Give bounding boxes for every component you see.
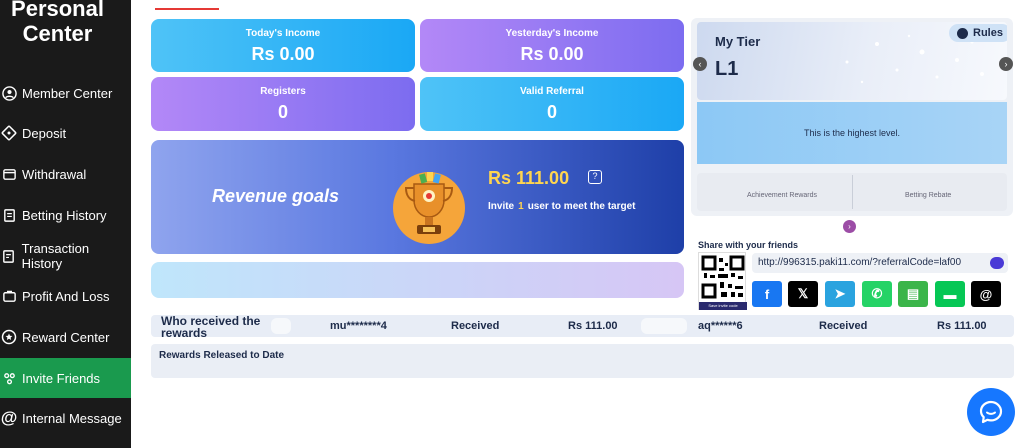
registers-card: Registers 0	[151, 77, 415, 131]
invite-prefix: Invite	[488, 201, 515, 212]
today-income-label: Today's Income	[245, 28, 321, 39]
qr-code-icon[interactable]: Save invite code	[698, 252, 747, 310]
sidebar-item-invite-friends[interactable]: Invite Friends	[0, 358, 131, 398]
rules-icon	[957, 27, 969, 39]
tab-divider	[852, 175, 853, 209]
threads-share-button[interactable]: @	[971, 281, 1001, 307]
tier-tabs: Achievement Rewards Betting Rebate	[697, 173, 1007, 211]
revenue-goals-title: Revenue goals	[212, 186, 340, 206]
transaction-icon	[0, 247, 18, 265]
sidebar-item-label: Transaction History	[21, 241, 90, 271]
sidebar-item-internal-message[interactable]: @ Internal Message	[0, 398, 131, 438]
qr-caption[interactable]: Save invite code	[699, 302, 747, 310]
row-pill	[641, 318, 687, 334]
yesterday-income-label: Yesterday's Income	[505, 28, 599, 39]
sidebar-item-label: Invite Friends	[22, 370, 101, 386]
yesterday-income-value: Rs 0.00	[520, 44, 584, 64]
registers-value: 0	[277, 102, 288, 122]
sidebar-item-label: Betting History	[22, 207, 107, 223]
copy-icon[interactable]	[990, 257, 1004, 269]
profit-icon	[0, 287, 18, 305]
sidebar-item-betting-history[interactable]: Betting History	[0, 195, 131, 235]
reward-amount: Rs 111.00	[568, 320, 618, 332]
tab-betting-rebate[interactable]: Betting Rebate	[905, 192, 951, 199]
rules-button[interactable]: Rules	[949, 24, 1007, 42]
chat-support-button[interactable]	[967, 388, 1015, 436]
person-icon	[0, 84, 18, 102]
rewards-released-panel: Rewards Released to Date	[151, 344, 1014, 378]
at-icon: @	[0, 408, 18, 427]
telegram-share-button[interactable]: ➤	[825, 281, 855, 307]
sidebar-item-label: Deposit	[22, 125, 67, 141]
rewards-received-bar: Who received the rewards mu********4 Rec…	[151, 314, 1014, 340]
invite-count: 1	[518, 201, 524, 212]
trophy-icon	[387, 160, 471, 244]
yesterday-income-card: Yesterday's Income Rs 0.00	[420, 19, 684, 72]
referral-link-field[interactable]: http://996315.paki11.com/?referralCode=l…	[752, 253, 1008, 273]
sidebar-item-label: Withdrawal	[22, 166, 87, 182]
sidebar-item-label: Reward Center	[22, 329, 110, 345]
whatsapp-share-button[interactable]: ✆	[862, 281, 892, 307]
goal-description: Invite 1 user to meet the target	[488, 201, 636, 212]
rewards-received-title: Who received the rewards	[161, 314, 261, 340]
chat-icon	[979, 400, 1003, 424]
facebook-share-button[interactable]: f	[752, 281, 782, 307]
sidebar-item-withdrawal[interactable]: Withdrawal	[0, 154, 131, 194]
revenue-goals-card: Revenue goals Rs 111.00 ? Invite 1 user to…	[151, 140, 684, 254]
row-pill	[271, 318, 291, 334]
my-tier-panel: My Tier L1 Rules ‹ › This is the highest…	[691, 18, 1013, 216]
goal-amount: Rs 111.00	[488, 168, 570, 188]
sidebar-item-label: Member Center	[22, 85, 113, 101]
help-icon[interactable]: ?	[588, 170, 602, 184]
history-icon	[0, 206, 18, 224]
reward-user: mu********4	[330, 320, 387, 332]
x-share-button[interactable]: 𝕏	[788, 281, 818, 307]
sidebar-item-profit-and-loss[interactable]: Profit And Loss	[0, 276, 131, 316]
tier-level: L1	[715, 58, 739, 80]
chevron-left-icon[interactable]: ‹	[693, 57, 707, 71]
today-income-value: Rs 0.00	[251, 44, 315, 64]
chevron-right-icon[interactable]: ›	[999, 57, 1013, 71]
share-panel: Share with your friends Save invite code…	[694, 236, 1012, 312]
tier-label: My Tier	[715, 34, 761, 49]
sidebar: Personal Center Member Center Deposit Wi…	[0, 0, 131, 448]
deposit-icon	[0, 124, 18, 142]
chevron-right-icon[interactable]: ›	[843, 220, 856, 233]
sidebar-item-label: Internal Message	[22, 410, 122, 426]
registers-label: Registers	[260, 86, 306, 97]
invite-suffix: user to meet the target	[527, 201, 636, 212]
sidebar-item-reward-center[interactable]: Reward Center	[0, 317, 131, 357]
valid-referral-value: 0	[546, 102, 557, 122]
reward-status: Received	[451, 320, 500, 332]
sms-share-button[interactable]: ▤	[898, 281, 928, 307]
tab-indicator	[155, 8, 219, 10]
progress-banner	[151, 262, 684, 298]
today-income-card: Today's Income Rs 0.00	[151, 19, 415, 72]
rules-label: Rules	[973, 27, 1003, 39]
reward-user: aq******6	[698, 320, 743, 332]
rewards-released-title: Rewards Released to Date	[159, 350, 285, 361]
valid-referral-label: Valid Referral	[520, 86, 584, 97]
tier-banner: My Tier L1 Rules	[697, 22, 1007, 100]
tab-achievement-rewards[interactable]: Achievement Rewards	[747, 192, 817, 199]
sidebar-item-transaction-history[interactable]: Transaction History	[0, 236, 131, 276]
sidebar-item-deposit[interactable]: Deposit	[0, 113, 131, 153]
main-content: Today's Income Rs 0.00 Yesterday's Incom…	[131, 0, 1024, 448]
sidebar-item-member-center[interactable]: Member Center	[0, 73, 131, 113]
reward-status: Received	[819, 320, 868, 332]
reward-icon	[0, 328, 18, 346]
reward-amount: Rs 111.00	[937, 320, 987, 332]
valid-referral-card: Valid Referral 0	[420, 77, 684, 131]
tier-message: This is the highest level.	[697, 102, 1007, 164]
line-share-button[interactable]: ▬	[935, 281, 965, 307]
sidebar-item-label: Profit And Loss	[22, 288, 110, 304]
share-title: Share with your friends	[698, 240, 799, 250]
invite-icon	[0, 369, 18, 387]
withdrawal-icon	[0, 165, 18, 183]
sidebar-title: Personal Center	[11, 0, 104, 46]
